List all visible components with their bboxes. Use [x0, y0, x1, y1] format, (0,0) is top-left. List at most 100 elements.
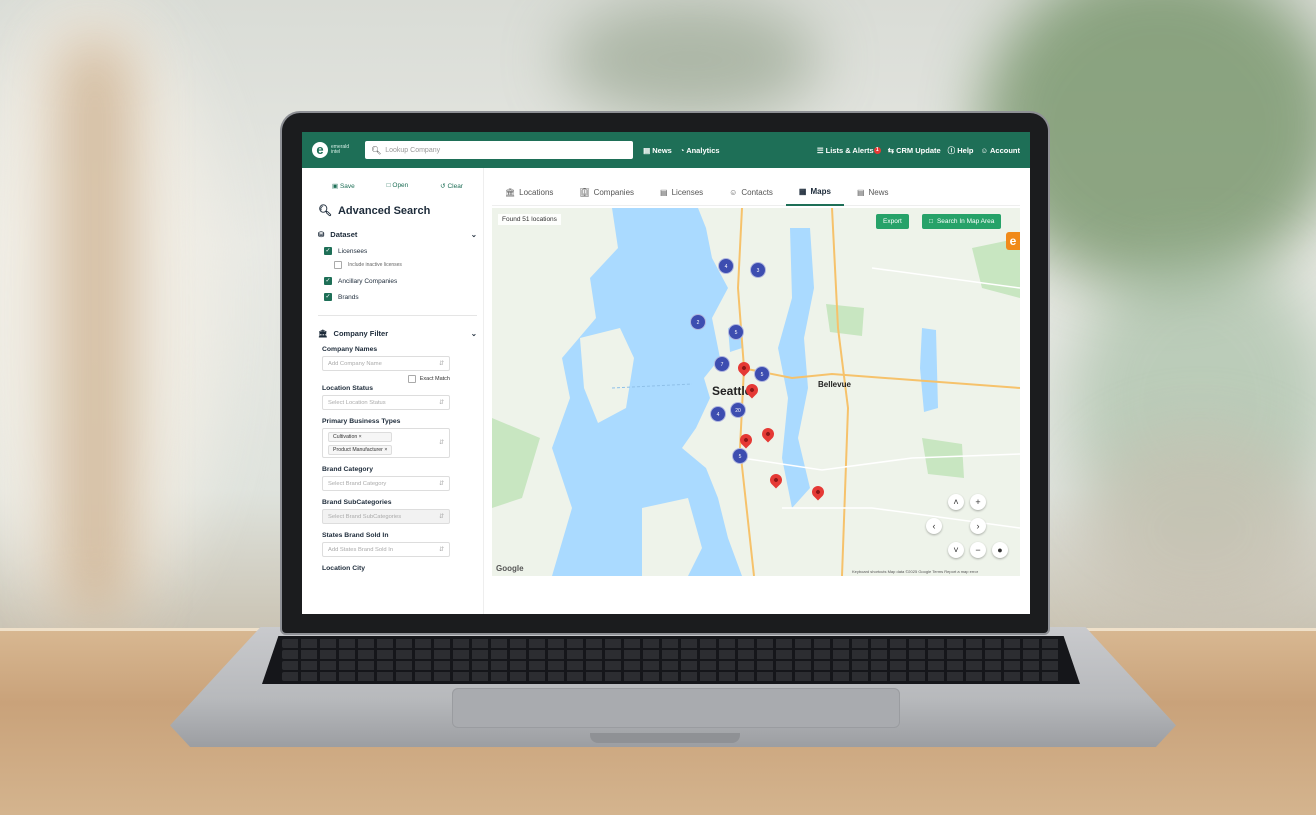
clear-button[interactable]: ↺ Clear — [440, 182, 463, 190]
save-button[interactable]: ▣ Save — [332, 182, 355, 190]
open-button[interactable]: □ Open — [387, 182, 409, 190]
map-icon: ▦ — [798, 186, 807, 196]
tag-product-manufacturer[interactable]: Product Manufacturer × — [328, 444, 393, 455]
background-wood-column — [60, 40, 130, 620]
tab-news[interactable]: ▤ News — [844, 178, 902, 206]
company-names-input[interactable]: Add Company Name ⇵ — [322, 356, 450, 371]
states-sold-input[interactable]: Add States Brand Sold In ⇵ — [322, 542, 450, 557]
laptop-trackpad — [452, 688, 900, 728]
map-cluster-marker[interactable]: 5 — [728, 324, 744, 340]
pegman-icon[interactable]: ● — [992, 542, 1008, 558]
zoom-out-button[interactable]: − — [970, 542, 986, 558]
checkbox-checked[interactable]: ✓ — [324, 293, 332, 301]
account-icon: ☺ — [980, 145, 990, 155]
building-icon: 🏛︎ — [505, 187, 516, 197]
map-attribution: Keyboard shortcuts Map data ©2025 Google… — [852, 569, 979, 574]
logo-text-line2: intel — [331, 149, 341, 155]
search-placeholder: Lookup Company — [385, 146, 441, 154]
nav-help[interactable]: ⓘ Help — [948, 145, 974, 156]
select-arrows-icon: ⇵ — [439, 546, 444, 553]
dataset-licensees[interactable]: ✓ Licensees — [318, 247, 477, 255]
square-icon: □ — [929, 218, 933, 225]
location-status-label: Location Status — [322, 385, 373, 392]
save-icon: ▣ — [332, 183, 340, 190]
select-arrows-icon: ⇵ — [439, 399, 444, 406]
brand-subcategories-label: Brand SubCategories — [322, 499, 392, 506]
laptop-screen: e emerald intel 🔍︎ Lookup Company ▤ News… — [302, 132, 1030, 614]
google-logo: Google — [496, 564, 524, 573]
brand-subcategories-select[interactable]: Select Brand SubCategories ⇵ — [322, 509, 450, 524]
pan-left-button[interactable]: ‹ — [926, 518, 942, 534]
map-cluster-marker[interactable]: 4 — [718, 258, 734, 274]
search-icon: 🔍︎ — [318, 205, 332, 217]
checkbox-unchecked[interactable] — [334, 261, 342, 269]
nav-lists-alerts[interactable]: ☰ Lists & Alerts 1 — [817, 146, 881, 155]
company-names-label: Company Names — [322, 346, 378, 353]
map-view[interactable]: Seattle Bellevue Found 51 locations Expo… — [492, 208, 1020, 576]
tag-cultivation[interactable]: Cultivation × — [328, 431, 393, 442]
map-cluster-marker[interactable]: 2 — [690, 314, 706, 330]
checkbox-checked[interactable]: ✓ — [324, 277, 332, 285]
nav-news[interactable]: ▤ News — [643, 146, 672, 155]
tab-maps[interactable]: ▦ Maps — [785, 178, 844, 206]
select-arrows-icon: ⇵ — [439, 440, 444, 446]
nav-crm-update[interactable]: ⇆ CRM Update — [888, 146, 941, 155]
chevron-down-icon: ⌄ — [470, 329, 477, 338]
pan-down-button[interactable]: ˅ — [948, 542, 964, 558]
laptop-keyboard — [262, 636, 1080, 684]
location-city-label: Location City — [322, 565, 366, 572]
search-icon: 🔍︎ — [371, 145, 382, 155]
section-divider — [318, 315, 477, 316]
laptop-notch — [590, 733, 740, 743]
select-arrows-icon: ⇵ — [439, 360, 444, 367]
contacts-icon: ☺ — [729, 187, 738, 197]
map-cluster-marker[interactable]: 5 — [754, 366, 770, 382]
result-tabs: 🏛︎ Locations 🏢︎ Companies ▤ Licenses ☺ Conta… — [492, 178, 1020, 206]
chevron-down-icon: ⌄ — [470, 230, 477, 239]
export-button[interactable]: Export — [876, 214, 909, 229]
help-icon: ⓘ — [947, 145, 958, 155]
select-arrows-icon: ⇵ — [439, 513, 444, 520]
news-icon: ▤ — [856, 187, 865, 197]
exact-match-toggle[interactable]: Exact Match — [318, 375, 450, 383]
news-icon: ▤ — [643, 145, 653, 155]
brand-category-label: Brand Category — [322, 466, 373, 473]
search-in-map-area-button[interactable]: □ Search In Map Area — [922, 214, 1002, 229]
pan-up-button[interactable]: ˄ — [948, 494, 964, 510]
emerald-side-widget-icon[interactable]: e — [1006, 232, 1020, 250]
primary-nav: ▤ News ◔ Analytics — [643, 146, 719, 155]
company-filter-header[interactable]: 🏛︎ Company Filter ⌄ — [318, 329, 477, 338]
business-types-label: Primary Business Types — [322, 418, 401, 425]
tab-companies[interactable]: 🏢︎ Companies — [566, 178, 647, 206]
background-foliage — [560, 0, 820, 120]
brand-category-select[interactable]: Select Brand Category ⇵ — [322, 476, 450, 491]
dataset-ancillary[interactable]: ✓ Ancillary Companies — [318, 277, 477, 285]
map-cluster-marker[interactable]: 3 — [750, 262, 766, 278]
tab-licenses[interactable]: ▤ Licenses — [647, 178, 716, 206]
checkbox-checked[interactable]: ✓ — [324, 247, 332, 255]
dataset-brands[interactable]: ✓ Brands — [318, 293, 477, 301]
dataset-include-inactive[interactable]: Include inactive licenses — [318, 261, 477, 269]
nav-account[interactable]: ☺ Account — [981, 146, 1020, 155]
map-cluster-marker[interactable]: 4 — [710, 406, 726, 422]
advanced-search-sidebar: ▣ Save □ Open ↺ Clear 🔍︎ Advanced Search… — [312, 168, 484, 614]
checkbox-unchecked[interactable] — [407, 375, 416, 383]
lookup-company-search[interactable]: 🔍︎ Lookup Company — [365, 141, 634, 159]
map-cluster-marker[interactable]: 5 — [732, 448, 748, 464]
dataset-section-header[interactable]: ⛁ Dataset ⌄ — [318, 230, 477, 239]
map-cluster-marker[interactable]: 20 — [730, 402, 746, 418]
license-icon: ▤ — [660, 187, 668, 197]
tab-contacts[interactable]: ☺ Contacts — [716, 178, 786, 206]
zoom-in-button[interactable]: + — [970, 494, 986, 510]
advanced-search-title: 🔍︎ Advanced Search — [318, 204, 431, 218]
nav-analytics[interactable]: ◔ Analytics — [680, 146, 720, 155]
map-cluster-marker[interactable]: 7 — [714, 356, 730, 372]
location-status-select[interactable]: Select Location Status ⇵ — [322, 395, 450, 410]
top-navigation-bar: e emerald intel 🔍︎ Lookup Company ▤ News… — [302, 132, 1030, 168]
states-sold-label: States Brand Sold In — [322, 532, 389, 539]
tab-locations[interactable]: 🏛︎ Locations — [492, 178, 566, 206]
crm-update-icon: ⇆ — [887, 145, 897, 155]
emerald-logo[interactable]: e emerald intel — [312, 142, 349, 158]
business-types-select[interactable]: Cultivation × Product Manufacturer × ⇵ — [322, 428, 450, 458]
pan-right-button[interactable]: › — [970, 518, 986, 534]
